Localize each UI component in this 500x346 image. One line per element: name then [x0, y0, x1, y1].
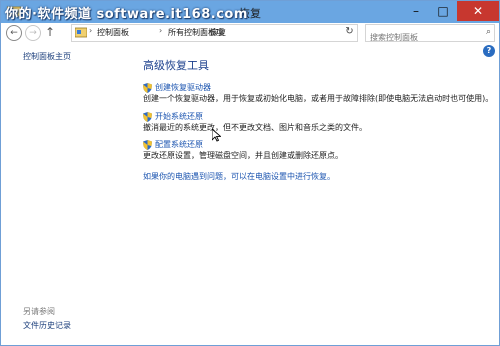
- back-button[interactable]: ←: [6, 25, 22, 41]
- configure-system-restore-description: 更改还原设置，管理磁盘空间，并且创建或删除还原点。: [143, 151, 343, 160]
- site-watermark: 你的·软件频道 software.it168.com: [5, 7, 248, 22]
- minimize-button[interactable]: –: [403, 1, 429, 21]
- breadcrumb-separator-icon: ›: [89, 26, 93, 35]
- see-also-label: 另请参阅: [23, 307, 55, 316]
- title-bar[interactable]: 恢复 你的·软件频道 software.it168.com – □ ✕: [1, 1, 499, 23]
- search-icon[interactable]: ⌕: [486, 27, 491, 37]
- up-button[interactable]: ↑: [45, 25, 55, 39]
- maximize-button[interactable]: □: [430, 1, 456, 21]
- pc-settings-recovery-link[interactable]: 如果你的电脑遇到问题，可以在电脑设置中进行恢复。: [143, 171, 335, 182]
- control-panel-icon: [75, 27, 87, 38]
- refresh-button[interactable]: ↻: [343, 24, 356, 40]
- create-recovery-drive-description: 创建一个恢复驱动器，用于恢复或初始化电脑，或者用于故障排除(即使电脑无法启动时也…: [143, 94, 494, 103]
- control-panel-window: 恢复 你的·软件频道 software.it168.com – □ ✕ ← → …: [0, 0, 500, 346]
- mouse-cursor-icon: [212, 129, 221, 142]
- help-icon: ?: [486, 46, 492, 55]
- breadcrumb-separator-icon[interactable]: ›: [159, 26, 162, 35]
- refresh-icon: ↻: [345, 26, 354, 37]
- configure-system-restore-link[interactable]: 配置系统还原: [155, 139, 203, 150]
- create-recovery-drive-link[interactable]: 创建恢复驱动器: [155, 82, 211, 93]
- breadcrumb-recovery[interactable]: 恢复: [210, 27, 226, 38]
- navigation-bar: ← → ↑ › 控制面板 › 所有控制面板项 › 恢复 ▾ ↻ ⌕: [1, 23, 499, 45]
- arrow-left-icon: ←: [10, 28, 18, 38]
- page-title: 高级恢复工具: [143, 59, 209, 72]
- close-button[interactable]: ✕: [457, 1, 499, 21]
- search-input[interactable]: [366, 30, 478, 45]
- uac-shield-icon: [143, 140, 152, 150]
- search-box[interactable]: ⌕: [365, 24, 495, 45]
- close-icon: ✕: [472, 4, 484, 18]
- system-restore-icon: [143, 112, 152, 122]
- file-history-link[interactable]: 文件历史记录: [23, 320, 71, 331]
- control-panel-home-link[interactable]: 控制面板主页: [23, 51, 71, 62]
- forward-button[interactable]: →: [25, 25, 41, 41]
- breadcrumb-separator-icon[interactable]: ›: [202, 26, 205, 35]
- arrow-right-icon: →: [29, 28, 37, 38]
- breadcrumb-control-panel[interactable]: 控制面板: [97, 27, 129, 38]
- help-button[interactable]: ?: [483, 45, 495, 57]
- address-bar[interactable]: › 控制面板 › 所有控制面板项 › 恢复 ▾: [71, 24, 412, 42]
- arrow-up-icon: ↑: [45, 25, 56, 39]
- open-system-restore-description: 撤消最近的系统更改，但不更改文档、图片和音乐之类的文件。: [143, 123, 367, 132]
- uac-shield-icon: [143, 83, 152, 93]
- open-system-restore-link[interactable]: 开始系统还原: [155, 111, 203, 122]
